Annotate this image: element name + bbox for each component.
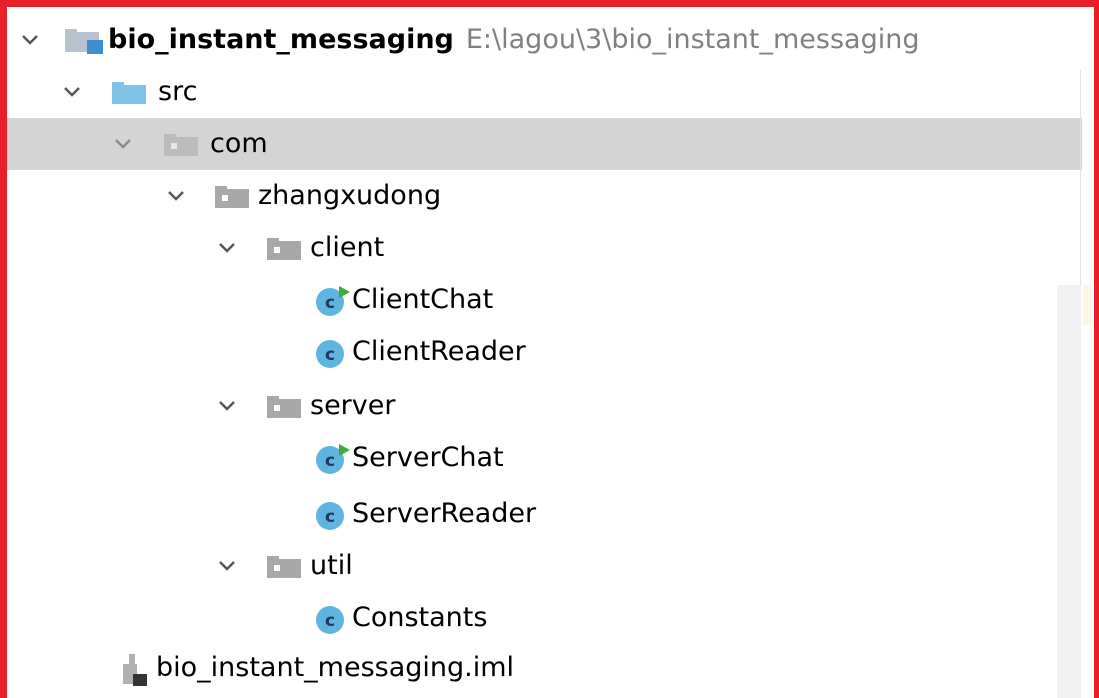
chevron-down-icon[interactable] — [113, 134, 133, 154]
package-folder-icon — [265, 554, 305, 580]
tree-row-util[interactable]: util — [7, 540, 1082, 592]
serverreader-label: ServerReader — [352, 498, 537, 529]
chevron-down-icon[interactable] — [62, 82, 82, 102]
tree-row-serverchat[interactable]: c ServerChat — [7, 432, 1082, 484]
tree-row-client[interactable]: client — [7, 222, 1082, 274]
package-folder-icon — [213, 184, 253, 210]
svg-text:c: c — [325, 611, 335, 631]
clientreader-label: ClientReader — [352, 336, 526, 367]
clientchat-label: ClientChat — [352, 284, 494, 315]
server-label: server — [310, 390, 396, 421]
project-name-text: bio_instant_messaging — [108, 24, 454, 55]
editor-edge-strip — [1083, 285, 1091, 325]
package-folder-icon — [265, 394, 305, 420]
tree-row-src[interactable]: src — [7, 66, 1082, 118]
svg-text:c: c — [325, 293, 335, 313]
iml-file-label: bio_instant_messaging.iml — [156, 652, 515, 683]
module-folder-icon — [63, 26, 107, 54]
tree-row-constants[interactable]: c Constants — [7, 592, 1082, 644]
source-folder-icon — [110, 80, 150, 106]
tree-row-clientchat[interactable]: c ClientChat — [7, 274, 1082, 326]
java-class-icon: c — [315, 602, 351, 636]
module-file-icon — [117, 652, 153, 688]
java-class-icon: c — [315, 336, 351, 370]
svg-text:c: c — [325, 507, 335, 527]
tree-row-server[interactable]: server — [7, 380, 1082, 432]
package-folder-icon — [265, 236, 305, 262]
tree-row-com[interactable]: com — [7, 118, 1082, 170]
chevron-down-icon[interactable] — [20, 30, 40, 50]
project-name: bio_instant_messaging E:\lagou\3\bio_inst… — [108, 14, 919, 66]
java-class-run-icon: c — [315, 284, 351, 318]
tree-row-serverreader[interactable]: c ServerReader — [7, 488, 1082, 540]
client-label: client — [310, 232, 385, 263]
package-folder-icon — [162, 132, 202, 158]
java-class-icon: c — [315, 498, 351, 532]
serverchat-label: ServerChat — [352, 442, 504, 473]
chevron-down-icon[interactable] — [166, 186, 186, 206]
tree-row-zhangxudong[interactable]: zhangxudong — [7, 170, 1082, 222]
util-label: util — [310, 550, 353, 581]
constants-label: Constants — [352, 602, 488, 633]
svg-text:c: c — [325, 345, 335, 365]
tree-row-project-root[interactable]: bio_instant_messaging E:\lagou\3\bio_inst… — [7, 14, 1082, 66]
vertical-scrollbar[interactable] — [1057, 285, 1081, 698]
project-path: E:\lagou\3\bio_instant_messaging — [465, 24, 920, 55]
com-label: com — [210, 128, 268, 159]
svg-text:c: c — [325, 451, 335, 471]
java-class-run-icon: c — [315, 442, 351, 476]
chevron-down-icon[interactable] — [217, 556, 237, 576]
tree-row-iml[interactable]: bio_instant_messaging.iml — [7, 642, 1082, 694]
chevron-down-icon[interactable] — [217, 238, 237, 258]
chevron-down-icon[interactable] — [217, 396, 237, 416]
src-label: src — [158, 76, 198, 107]
project-tree: bio_instant_messaging E:\lagou\3\bio_inst… — [0, 0, 1099, 698]
tree-row-clientreader[interactable]: c ClientReader — [7, 326, 1082, 378]
zhangxudong-label: zhangxudong — [258, 180, 442, 211]
